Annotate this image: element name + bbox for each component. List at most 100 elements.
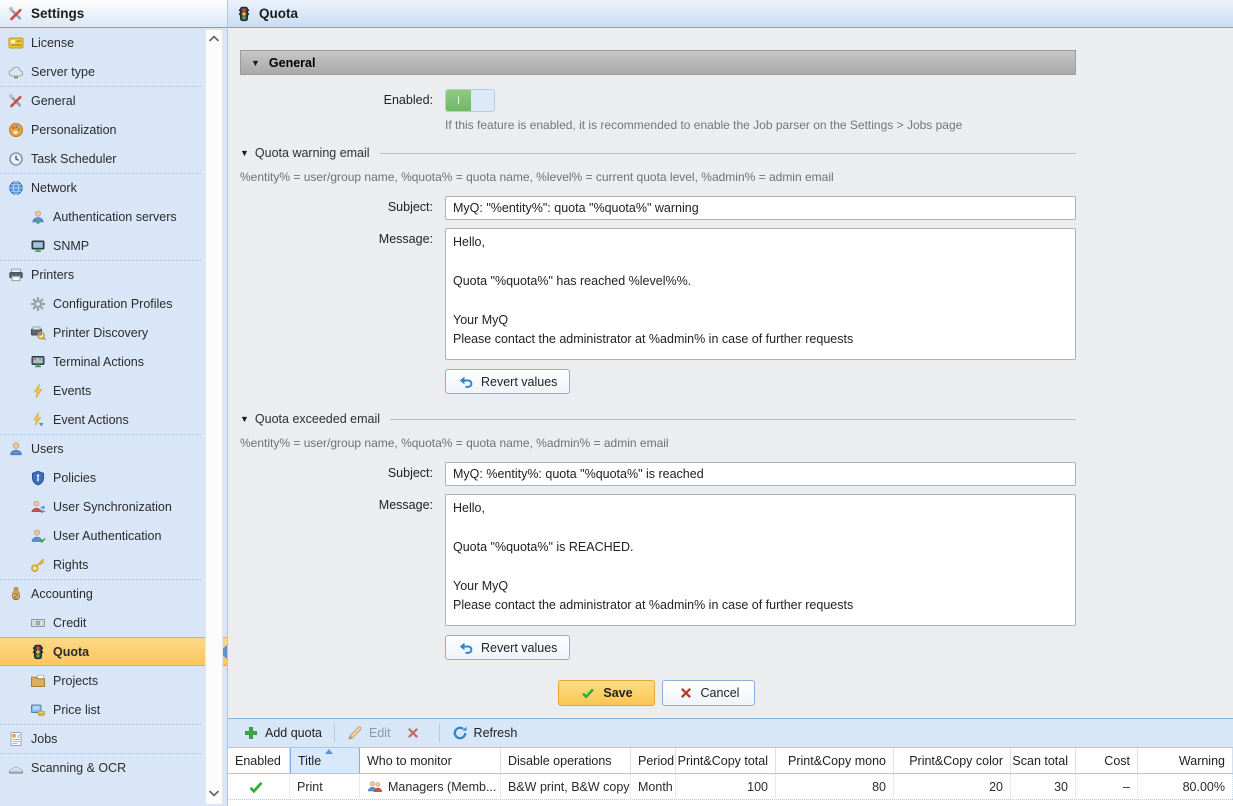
sidebar-item-scanning-ocr[interactable]: Scanning & OCR xyxy=(0,753,201,782)
sidebar-item-event-actions[interactable]: Event Actions xyxy=(0,405,201,434)
lightning-action-icon xyxy=(30,412,46,428)
sidebar-scrollbar[interactable] xyxy=(205,29,223,805)
exceeded-revert-label: Revert values xyxy=(481,641,557,655)
cell-who-to-monitor: Managers (Memb... xyxy=(360,774,501,799)
sidebar-item-network[interactable]: Network xyxy=(0,173,201,202)
exceeded-message-textarea[interactable]: Hello, Quota "%quota%" is REACHED. Your … xyxy=(445,494,1076,626)
exceeded-subject-label: Subject: xyxy=(240,462,433,486)
sidebar-item-server-type[interactable]: Server type xyxy=(0,57,201,86)
column-header-scan-total[interactable]: Scan total xyxy=(1011,748,1076,773)
cell-title: Print xyxy=(290,774,360,799)
edit-quota-button[interactable]: Edit xyxy=(340,722,398,744)
delete-quota-button[interactable] xyxy=(398,722,434,744)
sidebar-item-printer-discovery[interactable]: Printer Discovery xyxy=(0,318,201,347)
sidebar-item-label: Users xyxy=(31,442,64,456)
column-header-print-copy-mono[interactable]: Print&Copy mono xyxy=(776,748,894,773)
add-quota-label: Add quota xyxy=(265,726,322,740)
sidebar-item-configuration-profiles[interactable]: Configuration Profiles xyxy=(0,289,201,318)
sidebar-item-jobs[interactable]: Jobs xyxy=(0,724,201,753)
exceeded-subject-input[interactable] xyxy=(445,462,1076,486)
plus-icon xyxy=(243,725,259,741)
price-list-icon xyxy=(30,702,46,718)
quota-list-toolbar: Add quota Edit Refresh xyxy=(228,718,1233,747)
sidebar-item-credit[interactable]: Credit xyxy=(0,608,201,637)
collapse-triangle-icon: ▼ xyxy=(240,148,249,158)
sidebar-item-user-authentication[interactable]: User Authentication xyxy=(0,521,201,550)
sidebar-item-accounting[interactable]: Accounting xyxy=(0,579,201,608)
sidebar-item-printers[interactable]: Printers xyxy=(0,260,201,289)
add-quota-button[interactable]: Add quota xyxy=(236,722,329,744)
settings-sidebar: Settings License Server type General Per… xyxy=(0,0,228,806)
sidebar-item-terminal-actions[interactable]: Terminal Actions xyxy=(0,347,201,376)
lightning-icon xyxy=(30,383,46,399)
sidebar-item-events[interactable]: Events xyxy=(0,376,201,405)
delete-x-icon xyxy=(405,725,421,741)
cell-print-copy-mono: 80 xyxy=(776,774,894,799)
sidebar-item-user-synchronization[interactable]: User Synchronization xyxy=(0,492,201,521)
sidebar-item-policies[interactable]: Policies xyxy=(0,463,201,492)
quota-settings-form: ▼ General Enabled: I If this feature is … xyxy=(228,28,1233,718)
quota-table: Enabled Title Who to monitor Disable ope… xyxy=(228,747,1233,806)
column-header-warning[interactable]: Warning xyxy=(1138,748,1233,773)
save-label: Save xyxy=(603,686,632,700)
sidebar-item-price-list[interactable]: Price list xyxy=(0,695,201,724)
column-header-title[interactable]: Title xyxy=(290,748,360,773)
quota-table-header: Enabled Title Who to monitor Disable ope… xyxy=(228,747,1233,774)
sidebar-item-label: Event Actions xyxy=(53,413,129,427)
cell-print-copy-total: 100 xyxy=(676,774,776,799)
sidebar-item-users[interactable]: Users xyxy=(0,434,201,463)
refresh-button[interactable]: Refresh xyxy=(445,722,525,744)
sidebar-item-label: Task Scheduler xyxy=(31,152,116,166)
toolbar-separator xyxy=(439,724,440,742)
sidebar-item-label: Events xyxy=(53,384,91,398)
sidebar-item-label: General xyxy=(31,94,75,108)
sidebar-item-label: User Synchronization xyxy=(53,500,172,514)
warning-message-textarea[interactable]: Hello, Quota "%quota%" has reached %leve… xyxy=(445,228,1076,360)
warning-subject-input[interactable] xyxy=(445,196,1076,220)
sidebar-item-label: Configuration Profiles xyxy=(53,297,173,311)
enabled-toggle[interactable]: I xyxy=(445,89,495,112)
sidebar-item-rights[interactable]: Rights xyxy=(0,550,201,579)
save-button[interactable]: Save xyxy=(558,680,655,706)
cancel-button[interactable]: Cancel xyxy=(662,680,755,706)
quota-table-row[interactable]: Print Managers (Memb... B&W print, B&W c… xyxy=(228,774,1233,800)
printer-search-icon xyxy=(30,325,46,341)
column-header-who-to-monitor[interactable]: Who to monitor xyxy=(360,748,501,773)
sidebar-item-label: Terminal Actions xyxy=(53,355,144,369)
cell-disable-operations: B&W print, B&W copy xyxy=(501,774,631,799)
sidebar-item-personalization[interactable]: Personalization xyxy=(0,115,201,144)
document-icon xyxy=(8,731,24,747)
sidebar-items: License Server type General Personalizat… xyxy=(0,28,227,806)
traffic-light-icon xyxy=(30,644,46,660)
settings-icon xyxy=(8,6,24,22)
sidebar-item-general[interactable]: General xyxy=(0,86,201,115)
section-exceeded-email-header[interactable]: ▼ Quota exceeded email xyxy=(240,412,1076,426)
scroll-up-icon[interactable] xyxy=(208,33,220,47)
section-general-header[interactable]: ▼ General xyxy=(240,50,1076,75)
sidebar-item-snmp[interactable]: SNMP xyxy=(0,231,201,260)
enabled-label: Enabled: xyxy=(240,89,433,112)
sidebar-item-projects[interactable]: Projects xyxy=(0,666,201,695)
column-header-enabled[interactable]: Enabled xyxy=(228,748,290,773)
sidebar-item-label: Printer Discovery xyxy=(53,326,148,340)
column-header-period[interactable]: Period xyxy=(631,748,676,773)
column-header-disable-operations[interactable]: Disable operations xyxy=(501,748,631,773)
monitor-icon xyxy=(30,238,46,254)
sidebar-item-authentication-servers[interactable]: Authentication servers xyxy=(0,202,201,231)
sidebar-item-quota[interactable]: Quota xyxy=(0,637,227,666)
sidebar-item-task-scheduler[interactable]: Task Scheduler xyxy=(0,144,201,173)
sidebar-item-label: User Authentication xyxy=(53,529,161,543)
exceeded-revert-button[interactable]: Revert values xyxy=(445,635,570,660)
enabled-check-icon xyxy=(248,779,264,795)
column-header-print-copy-total[interactable]: Print&Copy total xyxy=(676,748,776,773)
revert-icon xyxy=(458,374,474,390)
scroll-down-icon[interactable] xyxy=(208,787,220,801)
sidebar-item-label: Jobs xyxy=(31,732,57,746)
column-header-cost[interactable]: Cost xyxy=(1076,748,1138,773)
sidebar-item-license[interactable]: License xyxy=(0,28,201,57)
section-warning-email-header[interactable]: ▼ Quota warning email xyxy=(240,146,1076,160)
warning-revert-button[interactable]: Revert values xyxy=(445,369,570,394)
refresh-icon xyxy=(452,725,468,741)
column-header-print-copy-color[interactable]: Print&Copy color xyxy=(894,748,1011,773)
license-icon xyxy=(8,35,24,51)
